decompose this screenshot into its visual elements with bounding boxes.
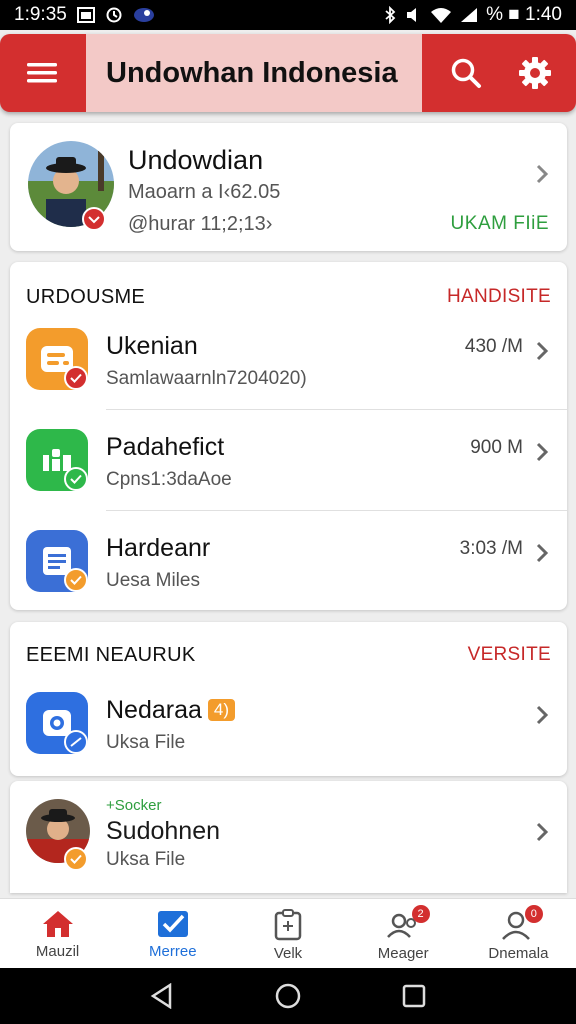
app-title-area: Undowhan Indonesia xyxy=(86,34,422,112)
list-item[interactable]: Ukenian Samlawaarnln7204020) 430 /M xyxy=(10,310,567,410)
divider xyxy=(106,409,567,410)
menu-button[interactable] xyxy=(20,51,64,95)
mute-icon xyxy=(407,8,417,22)
home-icon xyxy=(42,911,73,937)
item-title: Ukenian xyxy=(106,332,198,360)
status-badge-icon xyxy=(64,366,88,390)
status-time: 1:9:35 xyxy=(14,4,67,25)
nav-label: Meager xyxy=(377,945,429,962)
list-item[interactable]: Nedaraa 4) Uksa File xyxy=(10,674,567,774)
image-notification-icon xyxy=(76,7,95,23)
item-subtitle: Samlawaarnln7204020) xyxy=(106,368,307,389)
notification-badge: 0 xyxy=(524,905,543,923)
page-title: Undowhan Indonesia xyxy=(106,56,398,89)
item-title: Padahefict xyxy=(106,433,225,461)
status-badge-icon xyxy=(64,730,88,754)
nav-label: Merree xyxy=(149,943,197,960)
list-item[interactable]: Hardeanr Uesa Miles 3:03 /M xyxy=(10,512,567,608)
section-heading: URDOUSME xyxy=(26,286,146,308)
back-icon[interactable] xyxy=(150,983,174,1009)
status-badge-icon xyxy=(64,847,88,871)
clock-notification-icon xyxy=(106,7,122,23)
search-icon xyxy=(451,58,481,88)
item-subtitle: Cpns1:3daAoe xyxy=(106,469,232,490)
status-right-text: % ■ 1:40 xyxy=(486,4,562,25)
nav-item-home[interactable]: Mauzil xyxy=(0,899,115,968)
contact-card[interactable]: +Socker Sudohnen Uksa File xyxy=(10,781,567,893)
profile-name: Undowdian xyxy=(128,145,264,175)
chevron-right-icon xyxy=(536,705,549,725)
profile-card[interactable]: Undowdian Maoarn a I‹62.05 @hurar 11;2;1… xyxy=(10,123,567,251)
item-subtitle: Uksa File xyxy=(106,732,186,753)
network-section-card: EEEMI NEAURUK VERSITE Nedaraa 4) Uksa Fil… xyxy=(10,622,567,776)
nav-label: Velk xyxy=(273,945,303,962)
item-size: 430 /M xyxy=(464,336,523,357)
chevron-right-icon xyxy=(536,164,549,184)
nav-label: Dnemala xyxy=(488,945,549,962)
app-bar: Undowhan Indonesia xyxy=(0,34,576,112)
check-icon xyxy=(157,911,188,937)
status-bar: 1:9:35 % ■ 1:40 xyxy=(0,0,576,30)
chevron-right-icon xyxy=(536,341,549,361)
profile-detail: Maoarn a I‹62.05 xyxy=(128,181,281,203)
app-notification-icon xyxy=(133,8,154,22)
nav-item-tasks[interactable]: Merree xyxy=(115,899,230,968)
contact-subtitle: Uksa File xyxy=(106,849,186,870)
verified-badge-icon xyxy=(82,207,106,231)
nav-item-profile[interactable]: 0 Dnemala xyxy=(461,899,576,968)
section-link[interactable]: VERSITE xyxy=(468,644,551,666)
gear-icon xyxy=(519,57,551,89)
wifi-icon xyxy=(431,8,452,23)
item-size: 900 M xyxy=(470,437,523,458)
system-navigation-bar xyxy=(0,968,576,1024)
hamburger-icon xyxy=(27,63,57,83)
downloads-section-card: URDOUSME HANDISITE Ukenian Samlawaarnln7… xyxy=(10,262,567,610)
nav-item-messenger[interactable]: 2 Meager xyxy=(346,899,461,968)
contact-name: Sudohnen xyxy=(106,817,221,845)
nav-item-clipboard[interactable]: Velk xyxy=(230,899,345,968)
status-badge-icon xyxy=(64,467,88,491)
recents-icon[interactable] xyxy=(402,984,426,1008)
item-size: 3:03 /M xyxy=(459,538,523,559)
item-title: Nedaraa 4) xyxy=(106,696,236,725)
divider xyxy=(106,510,567,511)
profile-action-link[interactable]: UKAM FIiE xyxy=(451,213,549,235)
search-button[interactable] xyxy=(444,51,488,95)
section-link[interactable]: HANDISITE xyxy=(447,286,551,308)
chevron-right-icon xyxy=(536,822,549,842)
item-subtitle: Uesa Miles xyxy=(106,570,200,591)
profile-handle: @hurar 11;2;13› xyxy=(128,213,273,235)
settings-button[interactable] xyxy=(513,51,557,95)
item-tag-badge: 4) xyxy=(207,699,236,721)
notification-badge: 2 xyxy=(411,905,430,923)
nav-label: Mauzil xyxy=(35,943,80,960)
contact-label: +Socker xyxy=(106,797,162,814)
chevron-right-icon xyxy=(536,543,549,563)
bluetooth-icon xyxy=(385,6,396,24)
status-badge-icon xyxy=(64,568,88,592)
signal-icon xyxy=(461,8,478,22)
bottom-navigation: Mauzil Merree Velk 2 Meager 0 Dnemala xyxy=(0,898,576,968)
clipboard-icon xyxy=(274,909,302,941)
home-circle-icon[interactable] xyxy=(274,982,302,1010)
item-title: Hardeanr xyxy=(106,534,211,562)
chevron-right-icon xyxy=(536,442,549,462)
item-title-text: Nedaraa xyxy=(106,696,202,724)
list-item[interactable]: Padahefict Cpns1:3daAoe 900 M xyxy=(10,411,567,511)
section-heading: EEEMI NEAURUK xyxy=(26,644,196,666)
